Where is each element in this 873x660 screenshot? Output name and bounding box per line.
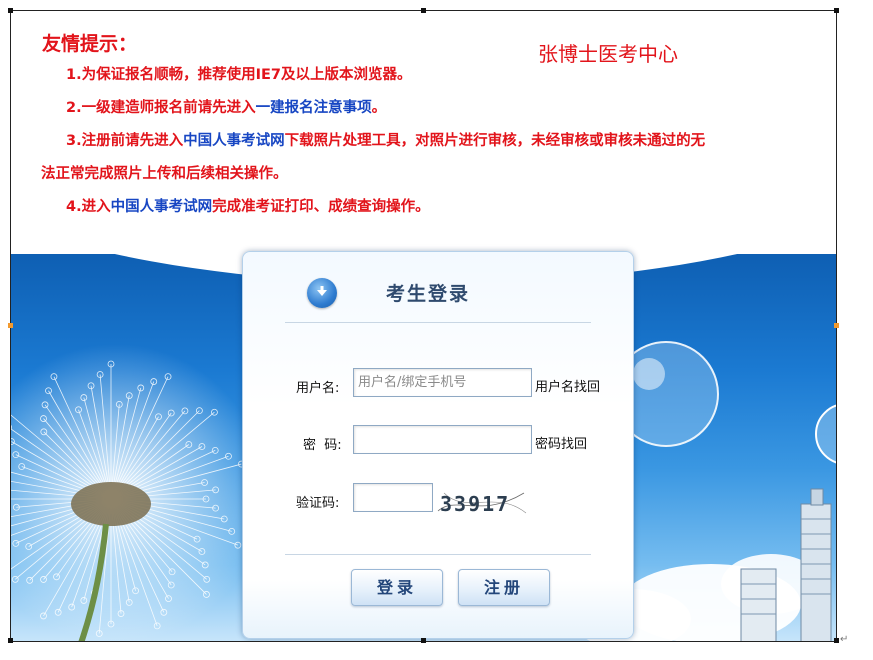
resize-handle-top-right[interactable] — [834, 8, 839, 13]
login-title: 考生登录 — [386, 283, 471, 305]
tip-3-rest: 下载照片处理工具，对照片进行审核，未经审核或审核未通过的无 — [284, 133, 706, 149]
tip-2-text: 2.一级建造师报名前请先进入 — [66, 100, 256, 116]
password-label: 密 码: — [303, 438, 342, 453]
tip-4: 4.进入中国人事考试网完成准考证打印、成绩查询操作。 — [66, 190, 430, 224]
watermark-text: 张博士医考中心 — [538, 42, 678, 66]
resize-handle-top-left[interactable] — [8, 8, 13, 13]
tip-4-rest: 完成准考证打印、成绩查询操作。 — [212, 199, 430, 215]
resize-handle-right[interactable] — [834, 323, 839, 328]
login-divider-bottom — [285, 554, 591, 555]
password-recover-link[interactable]: 密码找回 — [535, 433, 587, 452]
paragraph-mark: ↵ — [840, 634, 849, 645]
username-recover-link[interactable]: 用户名找回 — [535, 376, 600, 395]
screenshot-frame: 友情提示： 张博士医考中心 1.为保证报名顺畅，推荐使用IE7及以上版本浏览器。… — [10, 10, 837, 642]
notice-title: 友情提示： — [42, 33, 138, 55]
yijian-notice-link[interactable]: 一建报名注意事项 — [256, 100, 372, 116]
captcha-label: 验证码: — [296, 496, 340, 511]
tip-3: 3.注册前请先进入中国人事考试网下载照片处理工具，对照片进行审核，未经审核或审核… — [66, 124, 705, 158]
login-panel: 考生登录 用户名: 用户名找回 密 码: 密码找回 验证码: 33917 登录 … — [242, 251, 634, 639]
tip-4-text: 4.进入 — [66, 199, 111, 215]
tip-2-end: 。 — [371, 100, 387, 116]
password-input[interactable] — [353, 425, 532, 454]
resize-handle-bottom-right[interactable] — [834, 638, 839, 643]
resize-handle-top[interactable] — [421, 8, 426, 13]
username-input[interactable] — [353, 368, 532, 397]
login-button[interactable]: 登录 — [351, 569, 443, 606]
tip-3-text: 3.注册前请先进入 — [66, 133, 184, 149]
cpta-link[interactable]: 中国人事考试网 — [183, 133, 285, 149]
download-arrow-icon — [307, 278, 337, 308]
resize-handle-left[interactable] — [8, 323, 13, 328]
tip-3-continued: 法正常完成照片上传和后续相关操作。 — [41, 166, 288, 182]
captcha-text: 33917 — [440, 492, 510, 516]
tip-2: 2.一级建造师报名前请先进入一建报名注意事项。 — [66, 91, 386, 125]
login-divider-top — [285, 322, 591, 323]
captcha-image[interactable]: 33917 — [436, 485, 528, 521]
tip-1: 1.为保证报名顺畅，推荐使用IE7及以上版本浏览器。 — [66, 67, 412, 83]
cpta-link-2[interactable]: 中国人事考试网 — [111, 199, 213, 215]
resize-handle-bottom-left[interactable] — [8, 638, 13, 643]
resize-handle-bottom[interactable] — [421, 638, 426, 643]
username-label: 用户名: — [296, 381, 340, 396]
captcha-input[interactable] — [353, 483, 433, 512]
register-button[interactable]: 注册 — [458, 569, 550, 606]
